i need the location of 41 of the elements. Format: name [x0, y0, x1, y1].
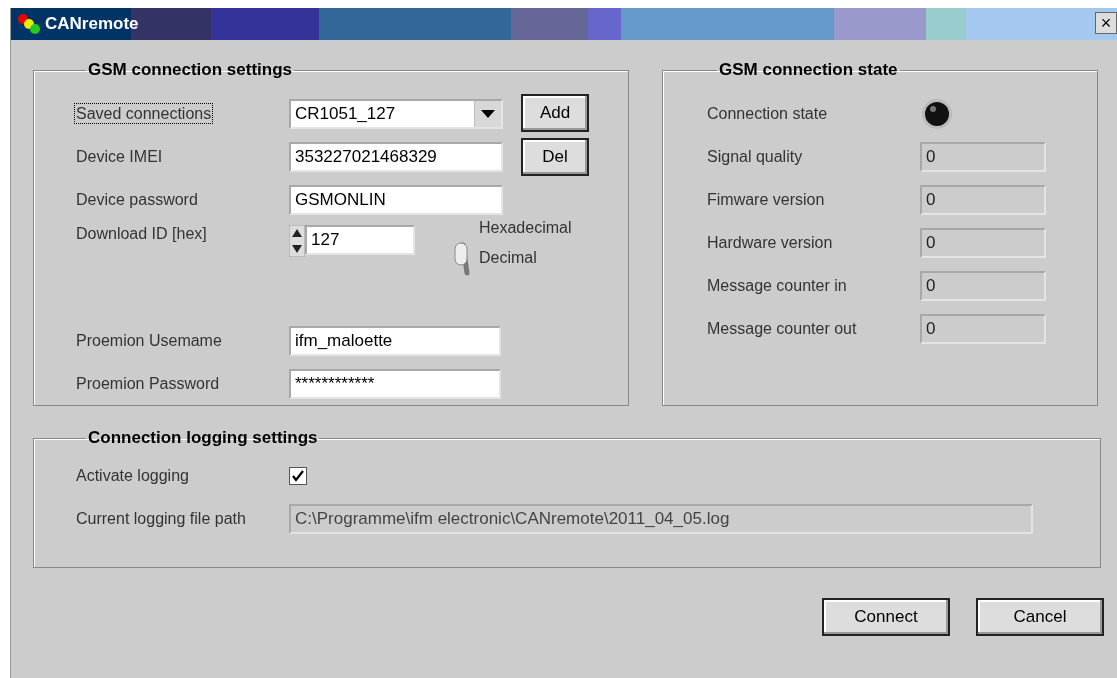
input-field[interactable]: 353227021468329 [289, 141, 503, 172]
toggle-option[interactable]: Decimal [479, 249, 572, 267]
field-label: Message counter out [707, 319, 857, 337]
field-label: Proemion Usemame [76, 331, 222, 349]
connection-dropdown[interactable]: CR1051_127 [289, 98, 503, 129]
input-field[interactable]: GSMONLIN [289, 184, 503, 215]
readonly-field: 0 [920, 270, 1046, 301]
field-label: Device IMEI [76, 147, 163, 165]
readonly-field: 0 [920, 141, 1046, 172]
readonly-field: 0 [920, 184, 1046, 215]
field-label: Hardware version [707, 233, 833, 251]
input-field[interactable]: ************ [289, 368, 501, 399]
dropdown-arrow-icon [481, 109, 495, 118]
dialog-button[interactable]: Add [521, 94, 589, 132]
field-label: Device password [76, 190, 198, 208]
window-title: CANremote [45, 14, 139, 34]
field-label: Fimware version [707, 190, 825, 208]
app-logo-icon [17, 13, 43, 35]
input-field[interactable]: 127 [305, 225, 415, 255]
group-title: Connection logging settings [87, 428, 319, 448]
close-button[interactable]: × [1095, 12, 1117, 34]
readonly-field: 0 [920, 313, 1046, 344]
dialog-button[interactable]: Del [521, 138, 589, 176]
input-field[interactable]: ifm_maloette [289, 325, 501, 356]
spinner-icon[interactable] [289, 225, 305, 257]
checkbox[interactable] [289, 466, 307, 485]
field-label: Signal quality [707, 147, 803, 165]
dialog-button[interactable]: Cancel [976, 598, 1104, 636]
field-label: Message counter in [707, 276, 847, 294]
field-label: Current logging file path [76, 509, 246, 527]
field-label: Connection state [707, 104, 828, 122]
toggle-option[interactable]: Hexadecimal [479, 219, 572, 237]
dialog-button[interactable]: Connect [822, 598, 950, 636]
field-label: Activate logging [76, 466, 189, 484]
readonly-field: C:\Programme\ifm electronic\CANremote\2011_04_05.log [289, 503, 1033, 534]
field-label: Saved connections [76, 104, 212, 122]
field-label: Download ID [hex] [76, 225, 207, 242]
group-title: GSM connection state [718, 60, 899, 80]
field-label: Proemion Password [76, 374, 220, 392]
group-title: GSM connection settings [87, 60, 294, 80]
readonly-field: 0 [920, 227, 1046, 258]
